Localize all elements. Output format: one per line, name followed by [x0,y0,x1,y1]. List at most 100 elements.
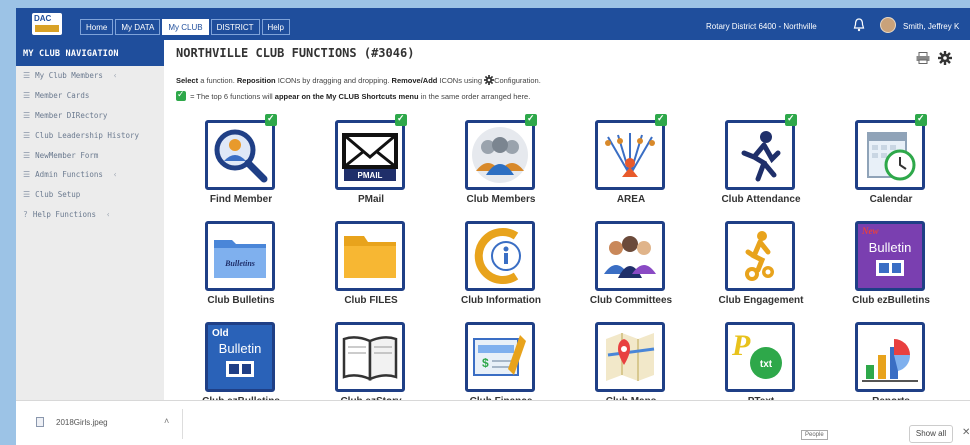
instructions-line-1: Select a function. Reposition ICONs by d… [176,75,541,85]
bulletins-icon-text: Bulletins [224,259,255,268]
ptext-icon[interactable]: Ptxt [725,322,795,392]
list-icon: ☰ [23,71,31,81]
sidebar-item-label: NewMember Form [35,150,99,160]
function-club-maps[interactable]: Club Maps [566,312,696,413]
old-tag-text: Old [212,328,229,339]
club-ezbulletins-old-icon[interactable]: Old Bulletin [205,322,275,392]
divider [182,409,183,439]
function-club-finance[interactable]: $ Club Finance [436,312,566,413]
tab-help[interactable]: Help [261,19,290,35]
reports-icon[interactable] [855,322,925,392]
instr-text: a function. [198,76,237,85]
function-calendar[interactable]: Calendar [826,110,956,211]
pmail-icon[interactable]: PMAIL [335,120,405,190]
club-ezbulletins-new-icon[interactable]: New Bulletin [855,221,925,291]
sidebar-item-member-directory[interactable]: ☰ Member DIRectory [16,106,164,126]
pmail-icon-text: PMAIL [358,171,383,180]
instr-text: Configuration. [494,76,541,85]
function-club-committees[interactable]: Club Committees [566,211,696,312]
bulletin-icon-text: Bulletin [869,240,912,255]
function-club-engagement[interactable]: Club Engagement [696,211,826,312]
shortcut-check-icon [265,113,277,126]
function-club-members[interactable]: Club Members [436,110,566,211]
list-icon: ☰ [23,170,31,180]
sidebar-item-admin-functions[interactable]: ☰ Admin Functions ‹ [16,165,164,185]
calendar-icon[interactable] [855,120,925,190]
instr-text: ICONs by dragging and dropping. [275,76,392,85]
function-club-bulletins[interactable]: Bulletins Club Bulletins [176,211,306,312]
function-label: Club Attendance [721,194,801,205]
shortcut-check-icon [655,113,667,126]
function-club-attendance[interactable]: Club Attendance [696,110,826,211]
instr-shortcuts: appear on the My CLUB Shortcuts menu [274,92,419,101]
function-label: AREA [616,194,646,205]
gear-icon[interactable] [938,51,952,65]
sidebar-item-label: Admin Functions [35,170,103,180]
club-bulletins-icon[interactable]: Bulletins [205,221,275,291]
sidebar-item-club-leadership-history[interactable]: ☰ Club Leadership History [16,125,164,145]
function-club-ezbulletins-old[interactable]: OldBulletin Club ezBulletins [176,312,306,413]
sidebar-item-my-club-members[interactable]: ☰ My Club Members ‹ [16,66,164,86]
function-club-ezbulletins-new[interactable]: New Bulletin Club ezBulletins [826,211,956,312]
instr-text: in the same order arranged here. [418,92,531,101]
dac-logo[interactable]: DAC [32,13,62,35]
function-club-ezstory[interactable]: Club ezStory [306,312,436,413]
list-icon: ☰ [23,150,31,160]
list-icon: ☰ [23,91,31,101]
download-file-name[interactable]: 2018Girls.jpeg [56,418,108,427]
chevron-left-icon: ‹ [112,170,118,180]
shortcut-check-icon [785,113,797,126]
club-information-icon[interactable] [465,221,535,291]
print-icon[interactable] [916,52,930,64]
sidebar-item-member-cards[interactable]: ☰ Member Cards [16,86,164,106]
club-committees-icon[interactable] [595,221,665,291]
close-icon[interactable]: ✕ [962,427,970,438]
user-name[interactable]: Smith, Jeffrey K [903,19,970,35]
file-icon [36,417,44,427]
tab-home[interactable]: Home [80,19,114,35]
function-club-information[interactable]: Club Information [436,211,566,312]
club-maps-icon[interactable] [595,322,665,392]
instr-text: ICONs using [437,76,485,85]
list-icon: ☰ [23,110,31,120]
list-icon: ☰ [23,130,31,140]
club-engagement-icon[interactable] [725,221,795,291]
function-find-member[interactable]: Find Member [176,110,306,211]
tab-my-club[interactable]: My CLUB [162,19,209,35]
show-all-button[interactable]: Show all [909,425,953,443]
chevron-up-icon[interactable]: ˄ [164,416,169,426]
function-reports[interactable]: Reports [826,312,956,413]
function-ptext[interactable]: Ptxt PText [696,312,826,413]
sidebar-item-help-functions[interactable]: ? Help Functions ‹ [16,205,164,225]
download-bar: 2018Girls.jpeg ˄ People Show all ✕ [16,400,970,445]
function-label: Calendar [869,194,913,205]
chevron-left-icon: ‹ [112,71,118,81]
checkmark-icon [176,89,186,101]
find-member-icon[interactable] [205,120,275,190]
function-label: Club FILES [344,295,398,306]
sidebar-item-label: Member DIRectory [35,110,108,120]
district-selector[interactable]: Rotary District 6400 - Northville [706,19,817,35]
avatar[interactable] [880,17,896,33]
function-club-files[interactable]: Club FILES [306,211,436,312]
sidebar-item-label: Member Cards [35,91,90,101]
bell-icon[interactable] [853,18,865,32]
shortcut-check-icon [525,113,537,126]
function-label: Club ezBulletins [852,295,930,306]
sidebar-item-club-setup[interactable]: ☰ Club Setup [16,185,164,205]
tab-my-data[interactable]: My DATA [115,19,161,35]
club-finance-icon[interactable]: $ [465,322,535,392]
new-tag-text: New [861,226,879,236]
club-ezstory-icon[interactable] [335,322,405,392]
main-panel: NORTHVILLE CLUB FUNCTIONS (#3046) Select… [164,40,970,407]
area-icon[interactable] [595,120,665,190]
function-area[interactable]: AREA [566,110,696,211]
club-files-icon[interactable] [335,221,405,291]
instructions-line-2: = The top 6 functions will appear on the… [176,89,531,101]
tab-district[interactable]: DISTRICT [210,19,260,35]
sidebar-item-newmember-form[interactable]: ☰ NewMember Form [16,145,164,165]
function-pmail[interactable]: PMAIL PMail [306,110,436,211]
shortcut-check-icon [915,113,927,126]
club-attendance-icon[interactable] [725,120,795,190]
club-members-icon[interactable] [465,120,535,190]
